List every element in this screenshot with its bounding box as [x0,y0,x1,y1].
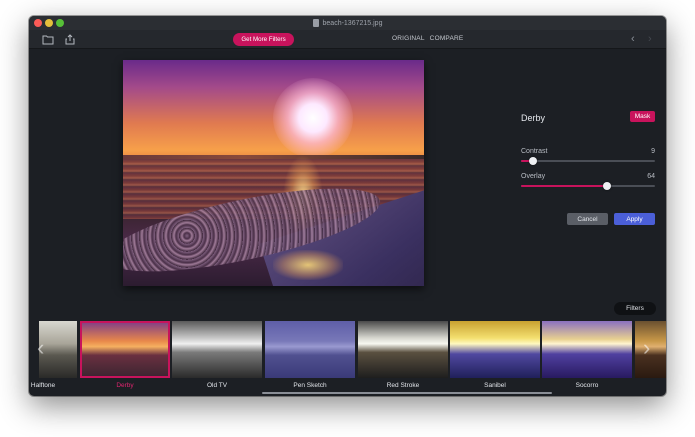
photo-sun [273,78,353,158]
chevron-left-icon[interactable]: ‹ [631,33,635,45]
thumbnail-old-tv[interactable] [172,321,262,378]
compare-view-button[interactable]: COMPARE [430,35,464,42]
thumbnail-label-derby: Derby [116,382,134,389]
window-title: beach-1367215.jpg [322,19,383,27]
app-window: beach-1367215.jpg Get More Filters ORIGI… [29,16,666,396]
overlay-value: 64 [647,173,655,180]
overlay-slider-fill [521,185,607,187]
thumbnail-label-red-stroke: Red Stroke [386,382,420,389]
strip-prev-arrow-icon[interactable]: ‹ [37,337,44,359]
thumbnail-label-halftone: Halftone [30,382,56,389]
original-view-button[interactable]: ORIGINAL [392,35,425,42]
document-icon [312,19,319,27]
thumbnail-socorro[interactable] [542,321,632,378]
overlay-label: Overlay [521,173,546,180]
thumbnail-label-sanibel: Sanibel [484,382,506,389]
strip-scrollbar[interactable] [262,392,552,394]
filters-toggle-button[interactable]: Filters [614,302,656,315]
thumbnail-label-pen-sketch: Pen Sketch [293,382,327,389]
view-toggle: ORIGINAL COMPARE [392,35,463,42]
main-photo-preview [123,60,424,286]
cancel-button[interactable]: Cancel [567,213,608,225]
mask-button[interactable]: Mask [630,111,655,122]
share-icon[interactable] [64,34,76,45]
filter-thumbnail-strip [29,321,666,380]
filter-name-title: Derby [521,113,546,123]
thumbnail-partial[interactable] [635,321,666,378]
toolbar: Get More Filters ORIGINAL COMPARE ‹ › [29,30,666,49]
title-bar: beach-1367215.jpg [29,16,666,30]
contrast-slider-knob[interactable] [529,157,538,165]
contrast-slider-track[interactable] [521,160,655,162]
chevron-right-icon[interactable]: › [648,33,652,45]
contrast-value: 9 [651,148,655,155]
thumbnail-label-socorro: Socorro [575,382,599,389]
thumbnail-sanibel[interactable] [450,321,540,378]
overlay-slider-knob[interactable] [602,182,611,190]
get-more-filters-button[interactable]: Get More Filters [233,33,294,46]
thumbnail-label-old-tv: Old TV [206,382,228,389]
contrast-label: Contrast [521,148,548,155]
strip-next-arrow-icon[interactable]: › [643,337,650,359]
photo-sand-glow [273,250,343,280]
thumbnail-halftone[interactable] [39,321,77,378]
thumbnail-red-stroke[interactable] [358,321,448,378]
thumbnail-pen-sketch[interactable] [265,321,355,378]
folder-icon[interactable] [42,34,54,45]
window-title-group: beach-1367215.jpg [29,16,666,30]
thumbnail-derby[interactable] [80,321,170,378]
apply-button[interactable]: Apply [614,213,655,225]
